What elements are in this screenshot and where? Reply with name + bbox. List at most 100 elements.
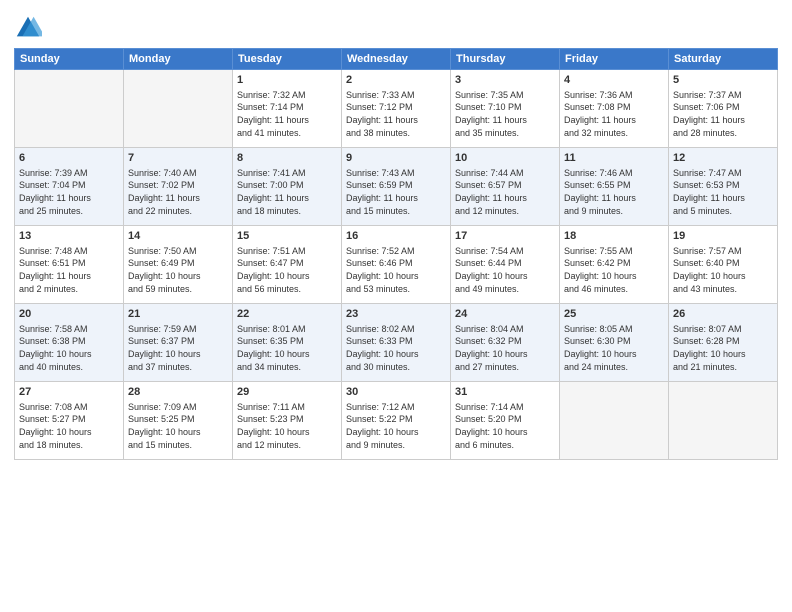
day-cell: 29Sunrise: 7:11 AM Sunset: 5:23 PM Dayli… <box>233 382 342 460</box>
day-number: 12 <box>673 151 773 166</box>
day-number: 31 <box>455 385 555 400</box>
day-cell: 31Sunrise: 7:14 AM Sunset: 5:20 PM Dayli… <box>451 382 560 460</box>
day-info: Sunrise: 7:33 AM Sunset: 7:12 PM Dayligh… <box>346 89 446 139</box>
week-row-4: 20Sunrise: 7:58 AM Sunset: 6:38 PM Dayli… <box>15 304 778 382</box>
day-info: Sunrise: 8:02 AM Sunset: 6:33 PM Dayligh… <box>346 323 446 373</box>
calendar-header: SundayMondayTuesdayWednesdayThursdayFrid… <box>15 49 778 70</box>
day-number: 9 <box>346 151 446 166</box>
day-cell <box>124 70 233 148</box>
day-cell: 13Sunrise: 7:48 AM Sunset: 6:51 PM Dayli… <box>15 226 124 304</box>
day-cell: 2Sunrise: 7:33 AM Sunset: 7:12 PM Daylig… <box>342 70 451 148</box>
day-cell: 27Sunrise: 7:08 AM Sunset: 5:27 PM Dayli… <box>15 382 124 460</box>
day-info: Sunrise: 7:51 AM Sunset: 6:47 PM Dayligh… <box>237 245 337 295</box>
day-info: Sunrise: 7:50 AM Sunset: 6:49 PM Dayligh… <box>128 245 228 295</box>
day-info: Sunrise: 7:37 AM Sunset: 7:06 PM Dayligh… <box>673 89 773 139</box>
day-cell: 22Sunrise: 8:01 AM Sunset: 6:35 PM Dayli… <box>233 304 342 382</box>
day-cell: 15Sunrise: 7:51 AM Sunset: 6:47 PM Dayli… <box>233 226 342 304</box>
day-number: 7 <box>128 151 228 166</box>
calendar: SundayMondayTuesdayWednesdayThursdayFrid… <box>14 48 778 460</box>
day-cell: 30Sunrise: 7:12 AM Sunset: 5:22 PM Dayli… <box>342 382 451 460</box>
day-info: Sunrise: 7:52 AM Sunset: 6:46 PM Dayligh… <box>346 245 446 295</box>
day-cell: 16Sunrise: 7:52 AM Sunset: 6:46 PM Dayli… <box>342 226 451 304</box>
day-cell: 10Sunrise: 7:44 AM Sunset: 6:57 PM Dayli… <box>451 148 560 226</box>
weekday-header-thursday: Thursday <box>451 49 560 70</box>
logo-icon <box>14 14 42 42</box>
day-info: Sunrise: 8:05 AM Sunset: 6:30 PM Dayligh… <box>564 323 664 373</box>
day-number: 24 <box>455 307 555 322</box>
day-number: 6 <box>19 151 119 166</box>
day-cell: 6Sunrise: 7:39 AM Sunset: 7:04 PM Daylig… <box>15 148 124 226</box>
day-number: 27 <box>19 385 119 400</box>
logo <box>14 14 46 42</box>
day-info: Sunrise: 7:59 AM Sunset: 6:37 PM Dayligh… <box>128 323 228 373</box>
day-info: Sunrise: 7:58 AM Sunset: 6:38 PM Dayligh… <box>19 323 119 373</box>
day-number: 17 <box>455 229 555 244</box>
day-info: Sunrise: 8:01 AM Sunset: 6:35 PM Dayligh… <box>237 323 337 373</box>
day-number: 25 <box>564 307 664 322</box>
day-number: 28 <box>128 385 228 400</box>
weekday-header-saturday: Saturday <box>669 49 778 70</box>
day-info: Sunrise: 7:14 AM Sunset: 5:20 PM Dayligh… <box>455 401 555 451</box>
day-number: 2 <box>346 73 446 88</box>
day-cell: 8Sunrise: 7:41 AM Sunset: 7:00 PM Daylig… <box>233 148 342 226</box>
day-number: 14 <box>128 229 228 244</box>
day-number: 8 <box>237 151 337 166</box>
day-info: Sunrise: 7:08 AM Sunset: 5:27 PM Dayligh… <box>19 401 119 451</box>
day-info: Sunrise: 7:35 AM Sunset: 7:10 PM Dayligh… <box>455 89 555 139</box>
day-cell: 4Sunrise: 7:36 AM Sunset: 7:08 PM Daylig… <box>560 70 669 148</box>
weekday-header-friday: Friday <box>560 49 669 70</box>
day-cell: 1Sunrise: 7:32 AM Sunset: 7:14 PM Daylig… <box>233 70 342 148</box>
day-number: 21 <box>128 307 228 322</box>
day-cell: 25Sunrise: 8:05 AM Sunset: 6:30 PM Dayli… <box>560 304 669 382</box>
day-cell: 3Sunrise: 7:35 AM Sunset: 7:10 PM Daylig… <box>451 70 560 148</box>
day-number: 18 <box>564 229 664 244</box>
day-number: 13 <box>19 229 119 244</box>
day-info: Sunrise: 7:39 AM Sunset: 7:04 PM Dayligh… <box>19 167 119 217</box>
week-row-3: 13Sunrise: 7:48 AM Sunset: 6:51 PM Dayli… <box>15 226 778 304</box>
page: SundayMondayTuesdayWednesdayThursdayFrid… <box>0 0 792 612</box>
day-cell <box>560 382 669 460</box>
day-number: 5 <box>673 73 773 88</box>
day-cell: 21Sunrise: 7:59 AM Sunset: 6:37 PM Dayli… <box>124 304 233 382</box>
calendar-body: 1Sunrise: 7:32 AM Sunset: 7:14 PM Daylig… <box>15 70 778 460</box>
day-number: 23 <box>346 307 446 322</box>
day-info: Sunrise: 7:47 AM Sunset: 6:53 PM Dayligh… <box>673 167 773 217</box>
day-info: Sunrise: 7:48 AM Sunset: 6:51 PM Dayligh… <box>19 245 119 295</box>
week-row-1: 1Sunrise: 7:32 AM Sunset: 7:14 PM Daylig… <box>15 70 778 148</box>
day-info: Sunrise: 7:57 AM Sunset: 6:40 PM Dayligh… <box>673 245 773 295</box>
day-number: 10 <box>455 151 555 166</box>
day-cell: 28Sunrise: 7:09 AM Sunset: 5:25 PM Dayli… <box>124 382 233 460</box>
weekday-header-tuesday: Tuesday <box>233 49 342 70</box>
day-number: 4 <box>564 73 664 88</box>
day-cell <box>669 382 778 460</box>
day-cell: 26Sunrise: 8:07 AM Sunset: 6:28 PM Dayli… <box>669 304 778 382</box>
week-row-5: 27Sunrise: 7:08 AM Sunset: 5:27 PM Dayli… <box>15 382 778 460</box>
day-cell: 19Sunrise: 7:57 AM Sunset: 6:40 PM Dayli… <box>669 226 778 304</box>
day-info: Sunrise: 7:46 AM Sunset: 6:55 PM Dayligh… <box>564 167 664 217</box>
day-info: Sunrise: 7:40 AM Sunset: 7:02 PM Dayligh… <box>128 167 228 217</box>
day-cell: 9Sunrise: 7:43 AM Sunset: 6:59 PM Daylig… <box>342 148 451 226</box>
day-cell: 11Sunrise: 7:46 AM Sunset: 6:55 PM Dayli… <box>560 148 669 226</box>
day-info: Sunrise: 7:44 AM Sunset: 6:57 PM Dayligh… <box>455 167 555 217</box>
day-number: 15 <box>237 229 337 244</box>
day-info: Sunrise: 7:55 AM Sunset: 6:42 PM Dayligh… <box>564 245 664 295</box>
day-number: 16 <box>346 229 446 244</box>
day-cell: 20Sunrise: 7:58 AM Sunset: 6:38 PM Dayli… <box>15 304 124 382</box>
day-info: Sunrise: 7:12 AM Sunset: 5:22 PM Dayligh… <box>346 401 446 451</box>
day-cell: 12Sunrise: 7:47 AM Sunset: 6:53 PM Dayli… <box>669 148 778 226</box>
day-info: Sunrise: 7:43 AM Sunset: 6:59 PM Dayligh… <box>346 167 446 217</box>
day-number: 19 <box>673 229 773 244</box>
header <box>14 10 778 42</box>
day-cell: 5Sunrise: 7:37 AM Sunset: 7:06 PM Daylig… <box>669 70 778 148</box>
day-info: Sunrise: 7:54 AM Sunset: 6:44 PM Dayligh… <box>455 245 555 295</box>
day-info: Sunrise: 7:11 AM Sunset: 5:23 PM Dayligh… <box>237 401 337 451</box>
day-number: 30 <box>346 385 446 400</box>
day-info: Sunrise: 8:07 AM Sunset: 6:28 PM Dayligh… <box>673 323 773 373</box>
weekday-header-monday: Monday <box>124 49 233 70</box>
day-number: 26 <box>673 307 773 322</box>
day-info: Sunrise: 8:04 AM Sunset: 6:32 PM Dayligh… <box>455 323 555 373</box>
day-number: 20 <box>19 307 119 322</box>
day-number: 1 <box>237 73 337 88</box>
day-cell: 24Sunrise: 8:04 AM Sunset: 6:32 PM Dayli… <box>451 304 560 382</box>
weekday-header-wednesday: Wednesday <box>342 49 451 70</box>
